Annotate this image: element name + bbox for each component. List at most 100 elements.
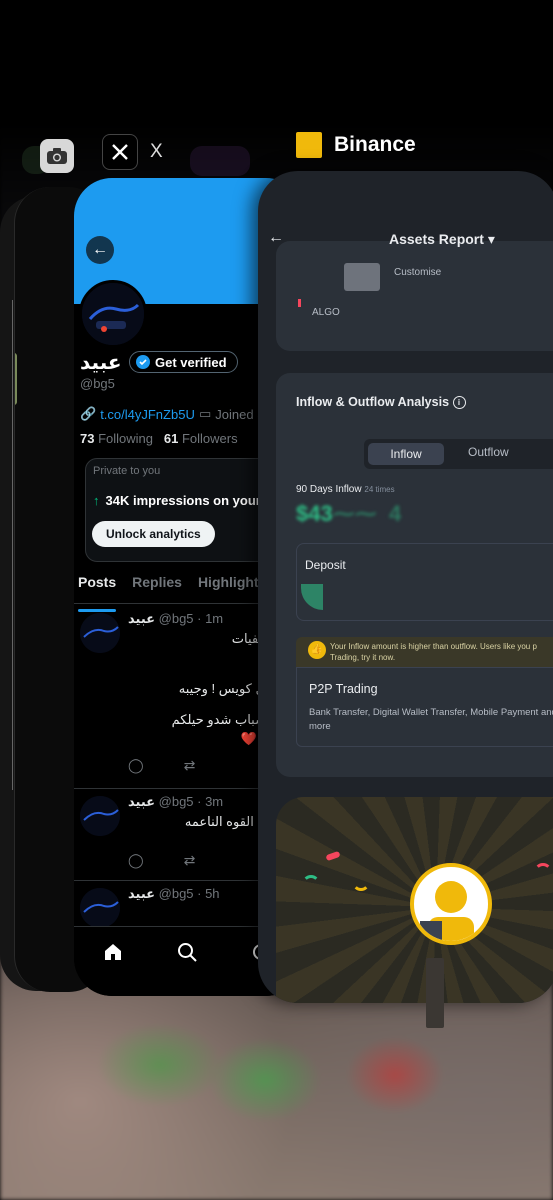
post-actions: ◯ ⇄ [128,852,195,869]
post-author: عبيد [128,886,156,901]
joined-date: ▭ Joined S [199,406,266,422]
post-meta: @bg5 · 5h [158,886,220,901]
x-app-name: X [150,141,163,162]
profile-avatar[interactable] [79,280,147,348]
tip-line-1: Your Inflow amount is higher than outflo… [330,642,537,651]
x-app-label[interactable]: X [102,134,163,170]
customise-button[interactable]: Customise [394,267,441,278]
tip-line-2: Trading, try it now. [330,653,396,662]
post-author: عبيد [128,611,156,626]
x-logo-icon [102,134,138,170]
get-verified-button[interactable]: Get verified [129,351,238,373]
promo-banner[interactable] [276,797,553,1003]
asset-label: ALGO [312,307,340,318]
outflow-toggle-option[interactable]: Outflow [468,445,509,459]
binance-app-card[interactable]: ← Assets Report ▾ Customise ALGO Inflow … [258,171,553,1003]
thumbnail-strip [14,437,15,505]
camera-app-label[interactable] [40,139,74,173]
post-meta: @bg5 · 3m [158,794,224,809]
period-label: 90 Days Inflow 24 times [296,484,395,495]
binance-app-name: Binance [334,133,416,156]
thumbnail-strip [14,522,15,592]
tab-replies[interactable]: Replies [132,574,182,603]
binance-app-label[interactable]: Binance [296,132,416,158]
inflow-amount-tail: 4 [388,501,402,526]
followers-link[interactable]: 61 Followers [164,431,238,446]
confetti-shape [302,875,320,893]
post-meta: @bg5 · 1m [158,611,224,626]
thumbnail-strip [15,353,17,405]
confetti-shape [546,905,553,921]
repost-icon[interactable]: ⇄ [184,757,196,774]
post-header: عبيد @bg5 · 1m [128,611,223,627]
assets-report-title[interactable]: Assets Report ▾ [389,231,495,248]
repost-icon[interactable]: ⇄ [184,852,196,869]
inflow-toggle-option[interactable]: Inflow [368,443,444,465]
followers-count: 61 [163,431,179,446]
impressions-text: 34K impressions on your [105,493,261,508]
profile-name: عبيد [80,352,122,374]
impressions-line: ↑ 34K impressions on your [93,493,261,508]
inflow-outflow-title-text: Inflow & Outflow Analysis [296,395,450,409]
follow-stats: 73 Following 61 Followers [80,431,238,446]
period-count: 24 times [364,485,395,494]
search-icon[interactable] [176,941,198,963]
dropdown-caret-icon: ▾ [487,231,495,247]
tab-highlights[interactable]: Highlights [198,574,266,603]
deposit-chart-icon [301,584,323,610]
p2p-description: Bank Transfer, Digital Wallet Transfer, … [309,707,553,732]
link-icon: 🔗 [80,406,97,421]
confetti-shape [534,863,552,881]
calendar-icon: ▭ [199,406,212,421]
back-arrow-icon[interactable]: ← [268,229,284,247]
reply-icon[interactable]: ◯ [128,757,144,774]
algo-marker [298,299,301,307]
camera-icon [40,139,74,173]
back-arrow-icon[interactable]: ← [86,236,114,264]
profile-handle: @bg5 [80,376,115,391]
deposit-label: Deposit [305,558,346,572]
home-icon[interactable] [102,941,124,963]
p2p-trading-card[interactable]: P2P Trading Bank Transfer, Digital Walle… [296,667,553,747]
faded-app-icon [190,146,250,176]
p2p-title: P2P Trading [309,682,378,696]
tab-posts[interactable]: Posts [78,574,117,612]
asset-chart-placeholder [344,263,380,291]
arrow-up-icon: ↑ [93,493,100,508]
inflow-amount: $43⁓⁓ 4 [296,501,402,526]
reply-icon[interactable]: ◯ [128,852,144,869]
inflow-amount-value: $43 [296,501,333,526]
inflow-outflow-panel: Inflow & Outflow Analysis i Inflow Outfl… [276,373,553,777]
following-label: Following [98,431,154,446]
post-avatar[interactable] [80,888,120,928]
assets-report-title-text: Assets Report [389,231,484,247]
promo-avatar [410,863,492,945]
post-actions: ◯ ⇄ [128,757,195,774]
binance-header: ← Assets Report ▾ [258,225,553,255]
private-label: Private to you [93,465,161,477]
inflow-outflow-title: Inflow & Outflow Analysis i [296,395,466,410]
profile-link-text: t.co/l4yJFnZb5U [100,406,195,422]
post-header: عبيد @bg5 · 5h [128,886,220,902]
scroll-indicator [426,958,444,1028]
flow-toggle: Inflow Outflow [364,439,553,469]
period-text: 90 Days Inflow [296,484,362,495]
post-header: عبيد @bg5 · 3m [128,794,223,810]
post-avatar[interactable] [80,613,120,653]
following-link[interactable]: 73 Following [80,431,153,446]
verified-badge-icon [136,355,150,369]
unlock-analytics-button[interactable]: Unlock analytics [92,521,215,547]
binance-logo-icon [296,132,322,158]
profile-link[interactable]: 🔗 t.co/l4yJFnZb5U [80,406,195,422]
get-verified-label: Get verified [155,354,227,370]
following-count: 73 [80,431,95,446]
confetti-shape [352,873,370,891]
post-author: عبيد [128,794,156,809]
confetti-shape [325,850,341,862]
post-avatar[interactable] [80,796,120,836]
followers-label: Followers [181,431,238,446]
inflow-tip-banner: 👍 Your Inflow amount is higher than outf… [296,637,553,667]
thumbs-up-icon: 👍 [308,641,326,659]
deposit-row[interactable]: Deposit [296,543,553,621]
info-icon[interactable]: i [452,396,466,410]
